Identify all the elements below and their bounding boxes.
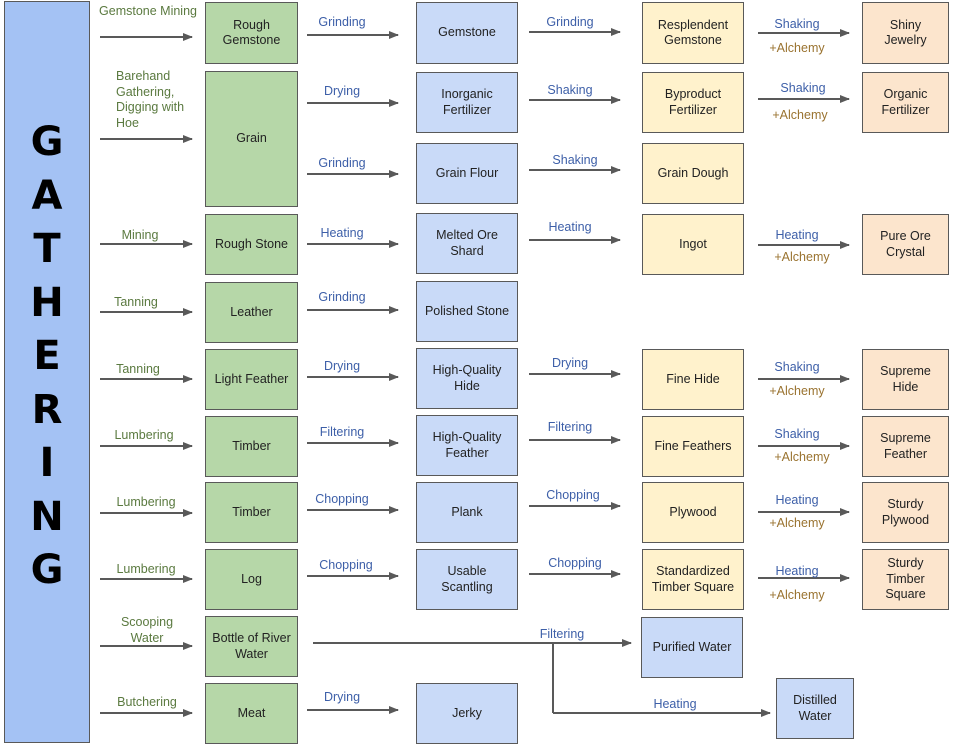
process-label: Drying [323,690,361,704]
banner-letter: G [30,119,64,165]
node-usable-scantling[interactable]: Usable Scantling [416,549,518,610]
node-leather[interactable]: Leather [205,282,298,343]
gather-method-label: Scooping Water [120,615,174,645]
gather-method-label: Barehand Gathering, Digging with Hoe [116,69,185,130]
process-label: Drying [323,359,361,373]
node-pure-ore-crystal[interactable]: Pure Ore Crystal [862,214,949,275]
node-log[interactable]: Log [205,549,298,610]
node-light-feather[interactable]: Light Feather [205,349,298,410]
alchemy-modifier-label: +Alchemy [769,384,825,398]
process-label: Shaking [780,81,826,95]
node-ingot[interactable]: Ingot [642,214,744,275]
node-jerky[interactable]: Jerky [416,683,518,744]
gather-method-label: Tanning [114,295,158,309]
node-grain-flour[interactable]: Grain Flour [416,143,518,204]
node-high-quality-feather[interactable]: High-Quality Feather [416,415,518,476]
node-inorganic-fertilizer[interactable]: Inorganic Fertilizer [416,72,518,133]
process-label: Grinding [318,15,366,29]
node-melted-ore-shard[interactable]: Melted Ore Shard [416,213,518,274]
node-grain-dough[interactable]: Grain Dough [642,143,744,204]
alchemy-modifier-label: +Alchemy [769,516,825,530]
process-label: Heating [653,697,697,711]
alchemy-modifier-label: +Alchemy [774,250,830,264]
node-organic-fertilizer[interactable]: Organic Fertilizer [862,72,949,133]
node-resplendent-gemstone[interactable]: Resplendent Gemstone [642,2,744,64]
gathering-banner: G A T H E R I N G [4,1,90,743]
node-timber[interactable]: Timber [205,416,298,477]
node-rough-gemstone[interactable]: Rough Gemstone [205,2,298,64]
node-fine-hide[interactable]: Fine Hide [642,349,744,410]
node-distilled-water[interactable]: Distilled Water [776,678,854,739]
node-sturdy-timber-square[interactable]: Sturdy Timber Square [862,549,949,610]
process-label: Shaking [774,427,820,441]
process-label: Heating [548,220,592,234]
node-standardized-timber-square[interactable]: Standardized Timber Square [642,549,744,610]
process-label: Grinding [546,15,594,29]
gathering-flowchart: G A T H E R I N G Gemstone Mining Rough … [0,0,954,747]
alchemy-modifier-label: +Alchemy [772,108,828,122]
gather-method-label: Lumbering [116,495,176,509]
node-rough-stone[interactable]: Rough Stone [205,214,298,275]
process-label: Heating [775,228,819,242]
process-label: Chopping [546,488,600,502]
process-label: Grinding [318,156,366,170]
node-purified-water[interactable]: Purified Water [641,617,743,678]
gather-method-label: Gemstone Mining [99,4,197,18]
alchemy-modifier-label: +Alchemy [769,41,825,55]
process-label: Grinding [318,290,366,304]
banner-letter: I [39,440,55,486]
process-label: Shaking [547,83,593,97]
gather-method-label: Butchering [117,695,177,709]
gather-method-label: Mining [121,228,159,242]
process-label: Filtering [539,627,585,641]
node-bottle-of-river-water[interactable]: Bottle of River Water [205,616,298,677]
process-label: Heating [320,226,364,240]
process-label: Shaking [774,360,820,374]
node-plank[interactable]: Plank [416,482,518,543]
gather-method-label: Lumbering [114,428,174,442]
process-label: Drying [323,84,361,98]
process-label: Shaking [552,153,598,167]
node-fine-feathers[interactable]: Fine Feathers [642,416,744,477]
banner-letter: T [33,226,61,272]
node-gemstone[interactable]: Gemstone [416,2,518,64]
process-label: Chopping [548,556,602,570]
alchemy-modifier-label: +Alchemy [769,588,825,602]
banner-letter: R [31,386,63,433]
node-high-quality-hide[interactable]: High-Quality Hide [416,348,518,409]
node-supreme-hide[interactable]: Supreme Hide [862,349,949,410]
process-label: Drying [551,356,589,370]
process-label: Heating [775,564,819,578]
process-label: Filtering [547,420,593,434]
node-byproduct-fertilizer[interactable]: Byproduct Fertilizer [642,72,744,133]
banner-letter: H [30,279,64,326]
process-label: Chopping [315,492,369,506]
banner-letter: E [33,333,61,379]
node-timber[interactable]: Timber [205,482,298,543]
gather-method-label: Lumbering [116,562,176,576]
banner-letter: A [31,172,63,219]
node-meat[interactable]: Meat [205,683,298,744]
process-label: Heating [775,493,819,507]
node-supreme-feather[interactable]: Supreme Feather [862,416,949,477]
banner-letter: N [30,493,64,540]
node-polished-stone[interactable]: Polished Stone [416,281,518,342]
alchemy-modifier-label: +Alchemy [774,450,830,464]
process-label: Shaking [774,17,820,31]
node-plywood[interactable]: Plywood [642,482,744,543]
process-label: Filtering [319,425,365,439]
node-sturdy-plywood[interactable]: Sturdy Plywood [862,482,949,543]
node-grain[interactable]: Grain [205,71,298,207]
node-shiny-jewelry[interactable]: Shiny Jewelry [862,2,949,64]
gather-method-label: Tanning [116,362,160,376]
process-label: Chopping [319,558,373,572]
banner-letter: G [30,547,64,593]
